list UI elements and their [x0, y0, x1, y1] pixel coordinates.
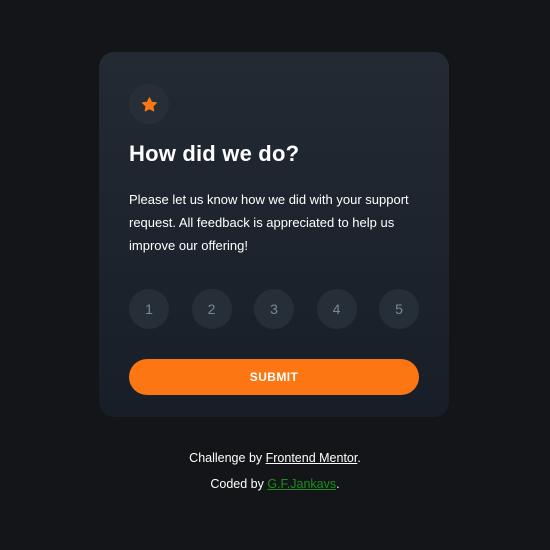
- coder-link[interactable]: G.F.Jankavs: [267, 477, 336, 491]
- attribution-challenge-suffix: .: [357, 451, 361, 465]
- rating-button-3[interactable]: 3: [254, 289, 294, 329]
- attribution-coded-suffix: .: [336, 477, 340, 491]
- attribution-challenge-prefix: Challenge by: [189, 451, 266, 465]
- attribution-coded-prefix: Coded by: [210, 477, 268, 491]
- rating-button-1[interactable]: 1: [129, 289, 169, 329]
- rating-button-4[interactable]: 4: [316, 289, 357, 329]
- star-badge: [129, 84, 169, 124]
- attribution-challenge: Challenge by Frontend Mentor.: [0, 445, 550, 471]
- rating-button-2[interactable]: 2: [191, 289, 232, 329]
- attribution: Challenge by Frontend Mentor. Coded by G…: [0, 445, 550, 497]
- card-title: How did we do?: [129, 141, 300, 166]
- card-description: Please let us know how we did with your …: [129, 192, 409, 253]
- attribution-coded: Coded by G.F.Jankavs.: [0, 471, 550, 497]
- rating-card: How did we do? Please let us know how we…: [99, 52, 449, 417]
- frontend-mentor-link[interactable]: Frontend Mentor: [266, 451, 358, 465]
- star-icon: [141, 96, 157, 111]
- rating-button-5[interactable]: 5: [379, 289, 419, 329]
- rating-options: 1 2 3 4 5: [129, 289, 419, 329]
- submit-button[interactable]: SUBMIT: [129, 359, 419, 395]
